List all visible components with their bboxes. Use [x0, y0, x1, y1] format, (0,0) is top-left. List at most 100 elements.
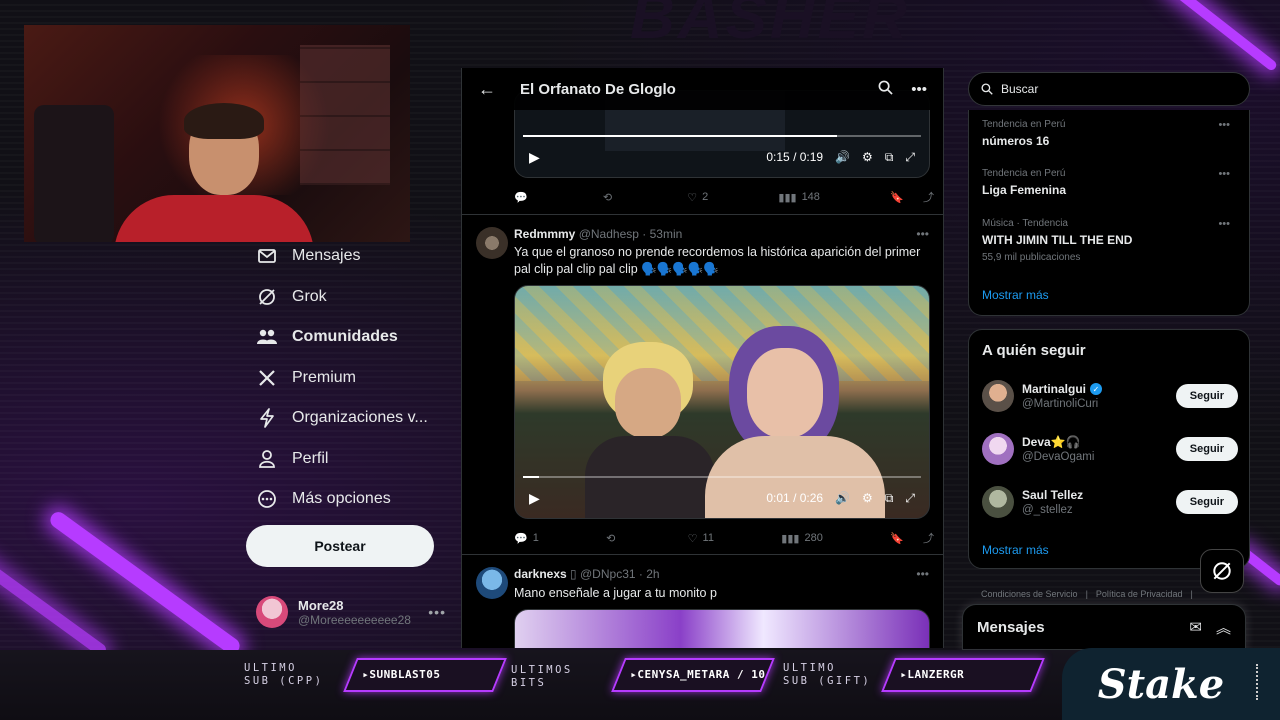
- video-player-2[interactable]: ▶ 0:01 / 0:26 🔊 ⚙ ⧉ ⤢: [514, 285, 930, 519]
- trend-meta: Tendencia en Perú: [982, 168, 1066, 179]
- bookmark-share-group: 🔖 ⤴: [890, 530, 934, 546]
- search-icon: [981, 83, 993, 95]
- search-input[interactable]: Buscar: [968, 72, 1250, 106]
- nav-item-more-options[interactable]: Más opciones: [256, 488, 391, 510]
- like-icon[interactable]: ♡ 2: [687, 191, 708, 204]
- more-horizontal-icon[interactable]: •••: [1218, 218, 1230, 230]
- more-horizontal-icon[interactable]: •••: [1218, 168, 1230, 180]
- fullscreen-icon[interactable]: ⤢: [905, 150, 915, 165]
- follow-name: Deva⭐🎧: [1022, 435, 1081, 449]
- volume-icon[interactable]: 🔊: [835, 150, 850, 164]
- tweet-author-handle: @Nadhesp: [578, 227, 639, 241]
- tweet-author-name[interactable]: Redmmmy: [514, 227, 575, 241]
- play-icon[interactable]: ▶: [529, 149, 540, 166]
- views-icon[interactable]: ▮▮▮ 148: [778, 191, 820, 204]
- search-icon[interactable]: [878, 80, 893, 99]
- share-icon[interactable]: ⤴: [923, 189, 934, 205]
- privacy-link[interactable]: Política de Privacidad: [1096, 589, 1183, 599]
- last-gift-slot: ▸LANZERGR: [881, 658, 1045, 692]
- follow-name: Saul Tellez: [1022, 488, 1084, 502]
- tweet-item[interactable]: darknexs ▯ @DNpc31 · 2h ••• Mano enseñal…: [462, 554, 943, 648]
- repost-icon[interactable]: ⟲: [603, 191, 617, 204]
- trend-item[interactable]: Música · Tendencia WITH JIMIN TILL THE E…: [982, 218, 1238, 263]
- repost-icon[interactable]: ⟲: [606, 532, 620, 545]
- more-horizontal-icon[interactable]: •••: [1218, 119, 1230, 131]
- like-count: 2: [702, 191, 709, 203]
- video-time: 0:15 / 0:19: [766, 150, 824, 164]
- follow-suggestion[interactable]: Deva⭐🎧 @DevaOgami Seguir: [982, 431, 1238, 467]
- nav-item-messages[interactable]: Mensajes: [256, 245, 360, 267]
- tweet-author-name[interactable]: darknexs: [514, 567, 567, 581]
- volume-icon[interactable]: 🔊: [835, 491, 850, 505]
- follow-handle: @_stellez: [1022, 504, 1073, 516]
- avatar: [982, 433, 1014, 465]
- more-horizontal-icon[interactable]: •••: [911, 81, 927, 98]
- nav-item-premium[interactable]: Premium: [256, 367, 356, 389]
- miniplayer-icon[interactable]: ⧉: [885, 491, 894, 506]
- account-switcher[interactable]: More28 @Moreeeeeeeeee28 •••: [256, 592, 446, 632]
- last-gift-label: ULTIMO SUB (GIFT): [783, 662, 872, 687]
- follow-handle: @DevaOgami: [1022, 451, 1095, 463]
- more-horizontal-icon: •••: [428, 604, 446, 620]
- post-button[interactable]: Postear: [246, 525, 434, 567]
- share-icon[interactable]: ⤴: [923, 530, 934, 546]
- settings-gear-icon[interactable]: ⚙: [862, 150, 873, 164]
- follow-suggestion[interactable]: Martinalgui ✓ @MartinoliCuri Seguir: [982, 378, 1238, 414]
- avatar[interactable]: [476, 227, 508, 259]
- nav-item-grok[interactable]: Grok: [256, 286, 327, 308]
- settings-gear-icon[interactable]: ⚙: [862, 491, 873, 505]
- nav-item-organizations[interactable]: Organizaciones v...: [256, 407, 428, 429]
- fullscreen-icon[interactable]: ⤢: [905, 491, 915, 506]
- webcam-feed: [24, 25, 410, 242]
- views-icon[interactable]: ▮▮▮ 280: [781, 532, 823, 545]
- trend-name: WITH JIMIN TILL THE END: [982, 233, 1133, 247]
- bookmark-icon[interactable]: 🔖: [890, 532, 904, 545]
- follow-button[interactable]: Seguir: [1175, 490, 1238, 514]
- more-horizontal-icon[interactable]: •••: [916, 227, 929, 241]
- new-message-icon[interactable]: ✉: [1189, 618, 1202, 636]
- back-arrow-icon[interactable]: ←: [478, 79, 496, 100]
- video-controls: ▶ 0:01 / 0:26 🔊 ⚙ ⧉ ⤢: [515, 478, 929, 518]
- tweet-header: darknexs ▯ @DNpc31 · 2h: [514, 567, 660, 581]
- tweet-time[interactable]: · 2h: [639, 567, 660, 581]
- grok-icon: [256, 286, 278, 308]
- tweet-actions: 💬 1 ⟲ ♡ 11 ▮▮▮ 280 🔖 ⤴: [514, 530, 934, 546]
- terms-link[interactable]: Condiciones de Servicio: [981, 589, 1078, 599]
- tweet-author-handle: @DNpc31: [580, 567, 636, 581]
- reply-icon[interactable]: 💬 1: [514, 532, 539, 545]
- nav-item-label: Organizaciones v...: [292, 409, 428, 426]
- reply-icon[interactable]: 💬: [514, 191, 533, 204]
- nav-item-label: Mensajes: [292, 247, 361, 264]
- show-more-trends-link[interactable]: Mostrar más: [982, 288, 1049, 302]
- trend-item[interactable]: Tendencia en Perú Liga Femenina •••: [982, 168, 1238, 197]
- nav-item-profile[interactable]: Perfil: [256, 448, 328, 470]
- miniplayer-icon[interactable]: ⧉: [885, 150, 894, 165]
- views-count: 280: [804, 532, 823, 544]
- avatar[interactable]: [476, 567, 508, 599]
- show-more-follow-link[interactable]: Mostrar más: [982, 543, 1049, 557]
- verified-badge-icon: ✓: [1090, 383, 1103, 395]
- nav-item-communities[interactable]: Comunidades: [256, 326, 398, 348]
- chevron-up-double-icon[interactable]: ︽: [1216, 617, 1231, 638]
- follow-button[interactable]: Seguir: [1175, 437, 1238, 461]
- like-icon[interactable]: ♡ 11: [688, 532, 714, 545]
- trend-meta: Música · Tendencia: [982, 218, 1068, 229]
- play-icon[interactable]: ▶: [529, 490, 540, 507]
- sponsor-name: Stake: [1097, 660, 1225, 708]
- last-bits-slot: ▸CENYSA_METARA / 10: [611, 658, 775, 692]
- footer-links: Condiciones de Servicio | Política de Pr…: [981, 589, 1193, 599]
- more-horizontal-icon[interactable]: •••: [916, 567, 929, 581]
- grok-float-button[interactable]: [1200, 549, 1244, 593]
- follow-suggestion[interactable]: Saul Tellez @_stellez Seguir: [982, 484, 1238, 520]
- page-title: El Orfanato De Gloglo: [520, 80, 676, 98]
- account-name: More28: [298, 597, 344, 613]
- tweet-item[interactable]: Redmmmy @Nadhesp · 53min ••• Ya que el g…: [462, 214, 943, 554]
- messages-drawer[interactable]: Mensajes ✉ ︽: [962, 604, 1246, 650]
- trend-item[interactable]: Tendencia en Perú números 16 •••: [982, 119, 1238, 148]
- nav-item-label: Perfil: [292, 450, 329, 467]
- bookmark-icon[interactable]: 🔖: [890, 191, 904, 204]
- follow-button[interactable]: Seguir: [1175, 384, 1238, 408]
- tweet-media[interactable]: [514, 609, 930, 648]
- tweet-time[interactable]: · 53min: [642, 227, 682, 241]
- lightning-icon: [256, 407, 278, 429]
